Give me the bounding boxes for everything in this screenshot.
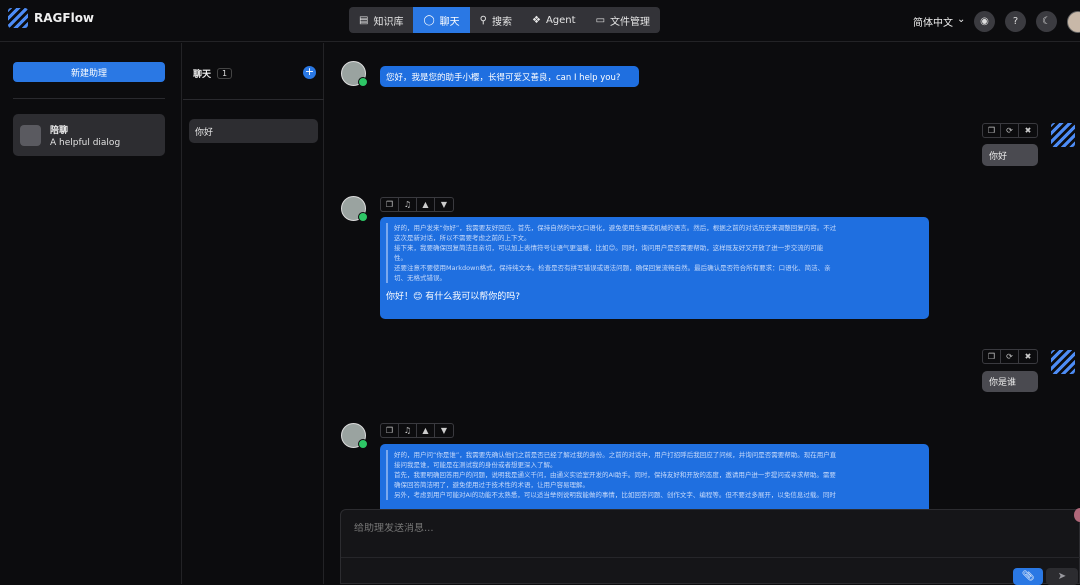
reasoning-line: 接问我是谁，可能是在测试我的身份或者想更深入了解。 bbox=[394, 461, 557, 469]
answer-text: 你好！😊 有什么我可以帮你的吗? bbox=[386, 292, 521, 302]
chat-icon: ◯ bbox=[423, 14, 435, 26]
reasoning-line: 性。 bbox=[394, 254, 407, 262]
theme-toggle-button[interactable]: ☾ bbox=[1036, 11, 1057, 32]
chevron-down-icon: ⌄ bbox=[957, 14, 966, 25]
assistant-sidebar: 新建助理 陪聊 A helpful dialog bbox=[0, 43, 182, 584]
app-logo[interactable]: RAGFlow bbox=[8, 8, 94, 28]
language-label: 简体中文 bbox=[913, 18, 953, 29]
assistant-card[interactable]: 陪聊 A helpful dialog bbox=[13, 114, 165, 156]
language-selector[interactable]: 简体中文 ⌄ bbox=[913, 14, 965, 29]
chat-list-header: 聊天 1 bbox=[193, 67, 233, 80]
message-composer: 📎︎ ➤ bbox=[340, 509, 1080, 585]
reasoning-line: 另外，考虑到用户可能对AI的功能不太熟悉，可以适当举例说明我能做的事情，比如回答… bbox=[394, 491, 836, 499]
thumbs-up-icon[interactable]: ▲ bbox=[417, 424, 435, 437]
assistant-name: 陪聊 bbox=[50, 125, 69, 136]
app-name: RAGFlow bbox=[34, 11, 95, 25]
moon-icon: ☾ bbox=[1042, 16, 1051, 27]
reasoning-line: 好的，用户发来“你好”，我需要友好回应。首先，保持自然的中文口语化，避免使用生硬… bbox=[394, 224, 837, 232]
speaker-icon[interactable]: ♫ bbox=[399, 198, 417, 211]
copy-icon[interactable]: ❐ bbox=[381, 198, 399, 211]
github-button[interactable]: ◉ bbox=[974, 11, 995, 32]
thumbs-down-icon[interactable]: ▼ bbox=[435, 198, 453, 211]
copy-icon[interactable]: ❐ bbox=[983, 350, 1001, 363]
tab-label: 知识库 bbox=[373, 16, 404, 28]
reasoning-line: 确保回答简洁明了，避免使用过于技术性的术语，让用户容易理解。 bbox=[394, 481, 589, 489]
assistant-avatar bbox=[20, 124, 41, 146]
thumbs-up-icon[interactable]: ▲ bbox=[417, 198, 435, 211]
reasoning-line: 接下来，我要确保回复简洁且亲切，可以加上表情符号让语气更温暖，比如😊。同时，询问… bbox=[394, 244, 824, 252]
reasoning-block: 好的，用户问“你是谁”，我需要先确认他们之前是否已经了解过我的身份。之前的对话中… bbox=[386, 450, 929, 500]
plus-icon: + bbox=[304, 65, 315, 78]
bot-avatar bbox=[341, 423, 368, 449]
thumbs-down-icon[interactable]: ▼ bbox=[435, 424, 453, 437]
user-message: 你好 bbox=[982, 144, 1038, 166]
chat-list-panel: 聊天 1 + 你好 bbox=[183, 43, 324, 584]
tab-knowledge-base[interactable]: ▤ 知识库 bbox=[349, 7, 413, 33]
tab-label: Agent bbox=[545, 14, 576, 26]
bot-avatar bbox=[341, 196, 368, 222]
regenerate-icon[interactable]: ⟳ bbox=[1001, 350, 1019, 363]
tab-label: 文件管理 bbox=[610, 16, 651, 28]
help-icon: ? bbox=[1012, 16, 1019, 27]
reasoning-line: 这次是新对话，所以不需要考虑之前的上下文。 bbox=[394, 234, 531, 242]
divider bbox=[183, 99, 324, 100]
floating-avatar[interactable] bbox=[1074, 508, 1080, 522]
user-avatar[interactable] bbox=[1067, 11, 1080, 33]
delete-icon[interactable]: ✖ bbox=[1019, 124, 1037, 137]
reasoning-line: 还要注意不要使用Markdown格式，保持纯文本。检查是否有拼写错误或语法问题，… bbox=[394, 264, 831, 272]
reasoning-line: 好的，用户问“你是谁”，我需要先确认他们之前是否已经了解过我的身份。之前的对话中… bbox=[394, 451, 837, 459]
tab-search[interactable]: ⚲ 搜索 bbox=[470, 7, 522, 33]
ragflow-logo-icon bbox=[8, 8, 28, 28]
new-chat-button[interactable]: + bbox=[303, 66, 316, 79]
tab-label: 搜索 bbox=[491, 16, 512, 28]
new-assistant-button[interactable]: 新建助理 bbox=[13, 62, 165, 82]
user-message: 你是谁 bbox=[982, 371, 1038, 392]
tab-agent[interactable]: ❖ Agent bbox=[522, 7, 586, 33]
chat-list-item[interactable]: 你好 bbox=[189, 119, 318, 143]
copy-icon[interactable]: ❐ bbox=[983, 124, 1001, 137]
assistant-description: A helpful dialog bbox=[50, 137, 121, 148]
bot-message: 您好，我是您的助手小樱，长得可爱又善良，can I help you? bbox=[380, 66, 639, 87]
message-actions: ❐ ♫ ▲ ▼ bbox=[380, 197, 454, 212]
help-button[interactable]: ? bbox=[1005, 11, 1026, 32]
chat-count-badge: 1 bbox=[217, 68, 233, 79]
reasoning-line: 首先，我要明确回答用户的问题，说明我是通义千问，由通义实验室开发的AI助手。同时… bbox=[394, 471, 836, 479]
divider bbox=[341, 557, 1080, 558]
divider bbox=[13, 98, 165, 99]
main-nav: ▤ 知识库 ◯ 聊天 ⚲ 搜索 ❖ Agent ▭ 文件管理 bbox=[349, 7, 661, 33]
send-icon: ➤ bbox=[1057, 571, 1067, 582]
message-actions: ❐ ⟳ ✖ bbox=[982, 349, 1038, 364]
search-icon: ⚲ bbox=[479, 14, 487, 26]
github-icon: ◉ bbox=[980, 16, 989, 27]
bot-message: 好的，用户问“你是谁”，我需要先确认他们之前是否已经了解过我的身份。之前的对话中… bbox=[380, 444, 929, 514]
bot-message: 好的，用户发来“你好”，我需要友好回应。首先，保持自然的中文口语化，避免使用生硬… bbox=[380, 217, 929, 319]
folder-icon: ▭ bbox=[595, 14, 606, 26]
tab-label: 聊天 bbox=[439, 16, 460, 28]
reasoning-line: 切、无格式错误。 bbox=[394, 274, 446, 282]
user-message-avatar bbox=[1051, 350, 1075, 374]
regenerate-icon[interactable]: ⟳ bbox=[1001, 124, 1019, 137]
attach-button[interactable]: 📎︎ bbox=[1013, 568, 1043, 585]
delete-icon[interactable]: ✖ bbox=[1019, 350, 1037, 363]
speaker-icon[interactable]: ♫ bbox=[399, 424, 417, 437]
tab-file-management[interactable]: ▭ 文件管理 bbox=[586, 7, 660, 33]
top-bar: RAGFlow ▤ 知识库 ◯ 聊天 ⚲ 搜索 ❖ Agent ▭ 文件管理 简… bbox=[0, 0, 1080, 42]
tab-chat[interactable]: ◯ 聊天 bbox=[413, 7, 470, 33]
bot-avatar bbox=[341, 61, 368, 87]
copy-icon[interactable]: ❐ bbox=[381, 424, 399, 437]
user-message-avatar bbox=[1051, 123, 1075, 147]
paperclip-icon: 📎︎ bbox=[1021, 571, 1035, 582]
message-actions: ❐ ⟳ ✖ bbox=[982, 123, 1038, 138]
chat-list-title: 聊天 bbox=[193, 70, 212, 80]
message-actions: ❐ ♫ ▲ ▼ bbox=[380, 423, 454, 438]
reasoning-block: 好的，用户发来“你好”，我需要友好回应。首先，保持自然的中文口语化，避免使用生硬… bbox=[386, 223, 929, 283]
agent-icon: ❖ bbox=[531, 14, 541, 26]
database-icon: ▤ bbox=[359, 14, 369, 26]
send-button[interactable]: ➤ bbox=[1046, 568, 1078, 585]
message-input[interactable] bbox=[354, 523, 1054, 534]
